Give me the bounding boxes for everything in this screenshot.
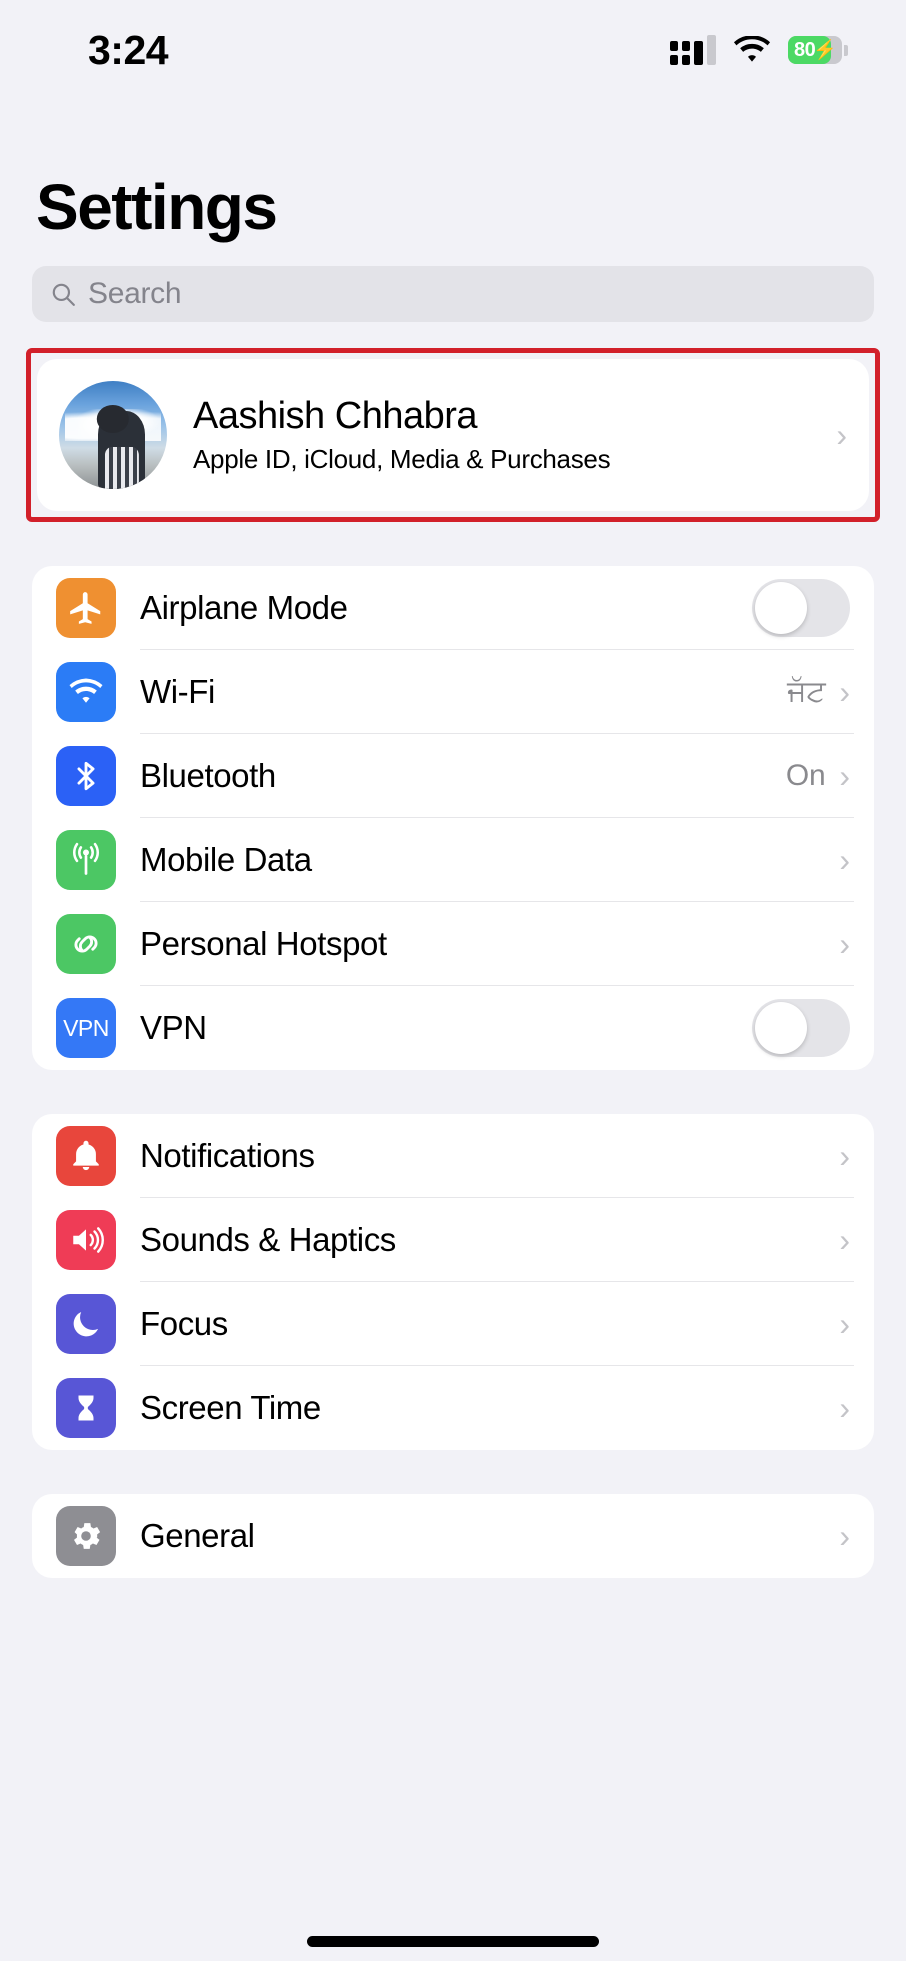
status-bar-indicators: 80 ⚡ — [670, 35, 848, 65]
speaker-icon — [56, 1210, 116, 1270]
profile-text: Aashish Chhabra Apple ID, iCloud, Media … — [193, 395, 810, 476]
wifi-icon — [56, 662, 116, 722]
bluetooth-icon — [56, 746, 116, 806]
search-placeholder: Search — [88, 277, 182, 310]
settings-row-screen-time[interactable]: Screen Time › — [32, 1366, 874, 1450]
settings-row-label: Bluetooth — [140, 756, 276, 794]
hourglass-icon — [56, 1378, 116, 1438]
settings-row-focus[interactable]: Focus › — [32, 1282, 874, 1366]
wifi-network-value: ਜੱਟ — [787, 674, 826, 708]
airplane-icon — [56, 578, 116, 638]
settings-row-label: Screen Time — [140, 1389, 321, 1426]
status-bar-time: 3:24 — [88, 26, 169, 73]
settings-row-personal-hotspot[interactable]: Personal Hotspot › — [32, 902, 874, 986]
settings-row-airplane-mode[interactable]: Airplane Mode — [32, 566, 874, 650]
apple-id-profile-row[interactable]: Aashish Chhabra Apple ID, iCloud, Media … — [37, 359, 869, 511]
cellular-signal-icon — [670, 35, 716, 65]
settings-row-label: Notifications — [140, 1136, 315, 1174]
vpn-toggle[interactable] — [752, 999, 850, 1057]
chevron-right-icon: › — [839, 1518, 850, 1554]
profile-name: Aashish Chhabra — [193, 394, 478, 437]
settings-row-wifi[interactable]: Wi-Fi ਜੱਟ › — [32, 650, 874, 734]
battery-percent-label: 80 — [794, 38, 816, 61]
moon-icon — [56, 1294, 116, 1354]
chevron-right-icon: › — [839, 1221, 850, 1258]
battery-charging-bolt-icon: ⚡ — [813, 40, 837, 61]
chevron-right-icon: › — [839, 757, 850, 794]
chevron-right-icon: › — [839, 841, 850, 878]
cellular-antenna-icon — [56, 830, 116, 890]
settings-row-general[interactable]: General › — [32, 1494, 874, 1578]
chevron-right-icon: › — [836, 417, 847, 453]
settings-row-sounds-haptics[interactable]: Sounds & Haptics › — [32, 1198, 874, 1282]
vpn-icon: VPN — [56, 998, 116, 1058]
search-section: Search — [0, 244, 906, 322]
vpn-icon-label: VPN — [63, 1014, 109, 1041]
search-input[interactable]: Search — [32, 266, 874, 322]
settings-row-label: VPN — [140, 1009, 207, 1046]
settings-row-label: Focus — [140, 1304, 228, 1342]
settings-row-mobile-data[interactable]: Mobile Data › — [32, 818, 874, 902]
search-icon — [52, 283, 75, 306]
chevron-right-icon: › — [839, 1305, 850, 1342]
settings-row-label: Sounds & Haptics — [140, 1220, 396, 1258]
settings-group-connectivity: Airplane Mode Wi-Fi ਜੱਟ › Bluetooth On ›… — [0, 566, 906, 1070]
status-bar: 3:24 80 ⚡ — [0, 0, 906, 100]
settings-row-notifications[interactable]: Notifications › — [32, 1114, 874, 1198]
settings-row-bluetooth[interactable]: Bluetooth On › — [32, 734, 874, 818]
chevron-right-icon: › — [839, 673, 850, 710]
settings-row-label: General — [140, 1517, 255, 1554]
chevron-right-icon: › — [839, 1137, 850, 1174]
profile-subtitle: Apple ID, iCloud, Media & Purchases — [193, 444, 611, 475]
page-title: Settings — [36, 171, 278, 243]
gear-icon — [56, 1506, 116, 1566]
settings-row-vpn[interactable]: VPN VPN — [32, 986, 874, 1070]
settings-group-system: General › — [0, 1494, 906, 1578]
avatar — [59, 381, 167, 489]
bell-icon — [56, 1126, 116, 1186]
settings-row-label: Mobile Data — [140, 840, 312, 878]
profile-highlight-box: Aashish Chhabra Apple ID, iCloud, Media … — [26, 348, 880, 522]
bluetooth-status-value: On — [785, 758, 826, 792]
home-indicator[interactable] — [307, 1936, 599, 1947]
battery-cap — [844, 45, 848, 56]
battery-icon: 80 ⚡ — [788, 36, 848, 64]
airplane-mode-toggle[interactable] — [752, 578, 850, 637]
chevron-right-icon: › — [839, 1390, 850, 1426]
settings-row-label: Personal Hotspot — [140, 924, 387, 962]
settings-row-label: Wi-Fi — [140, 672, 215, 710]
wifi-icon — [733, 36, 771, 62]
settings-row-label: Airplane Mode — [140, 588, 348, 626]
chevron-right-icon: › — [839, 925, 850, 962]
hotspot-link-icon — [56, 914, 116, 974]
settings-group-alerts: Notifications › Sounds & Haptics › Focus… — [0, 1114, 906, 1450]
